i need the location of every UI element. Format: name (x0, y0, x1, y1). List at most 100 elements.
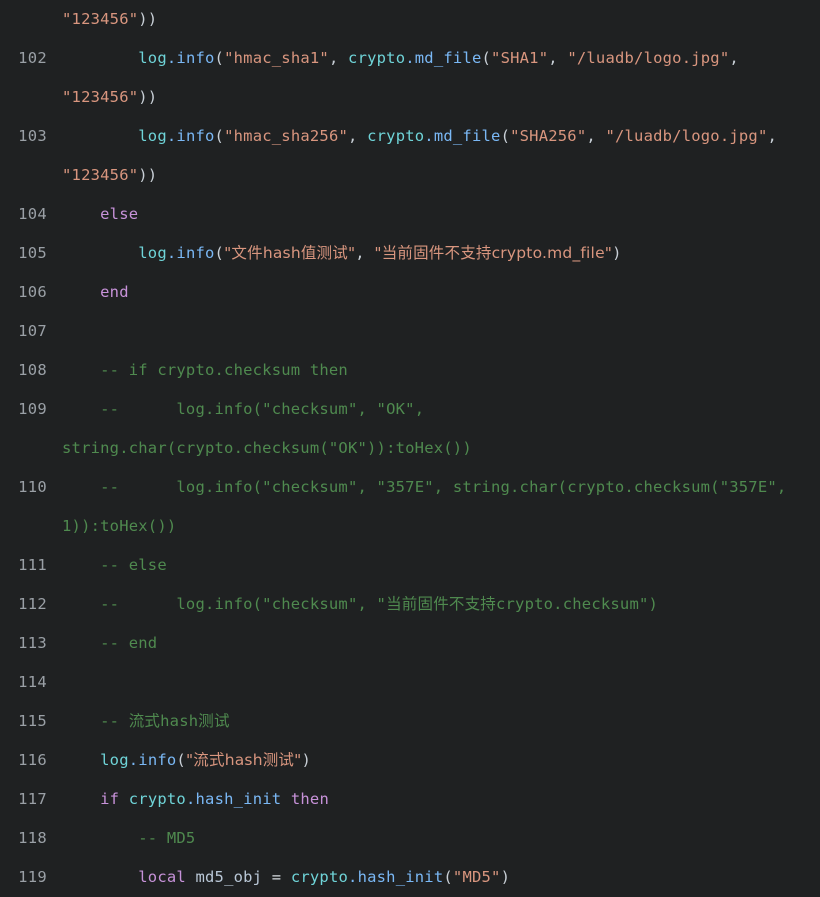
code-line[interactable]: 113 -- end (0, 624, 820, 663)
code-token: "文件hash值测试" (224, 244, 356, 262)
code-token: local (138, 868, 186, 886)
code-line-wrapped[interactable]: "123456")) (0, 78, 820, 117)
code-token: then (290, 790, 329, 808)
line-code-text[interactable]: 1)):toHex()) (62, 507, 820, 546)
code-line[interactable]: 116 log.info("流式hash测试") (0, 741, 820, 780)
code-token: string.char(crypto.checksum("OK")):toHex… (62, 439, 472, 457)
code-line[interactable]: 106 end (0, 273, 820, 312)
line-number: 103 (18, 127, 47, 145)
code-token: "SHA256" (510, 127, 587, 145)
line-number: 114 (18, 673, 47, 691)
line-code-text[interactable]: "123456")) (62, 0, 820, 39)
code-line[interactable]: 109 -- log.info("checksum", "OK", (0, 390, 820, 429)
code-token: "/luadb/logo.jpg" (605, 127, 768, 145)
code-line[interactable]: 118 -- MD5 (0, 819, 820, 858)
code-token: , (328, 49, 349, 67)
code-line[interactable]: 112 -- log.info("checksum", "当前固件不支持cryp… (0, 585, 820, 624)
line-code-text[interactable] (62, 312, 820, 351)
code-token: -- end (100, 634, 158, 652)
code-line[interactable]: 103 log.info("hmac_sha256", crypto.md_fi… (0, 117, 820, 156)
code-token: , (548, 49, 568, 67)
line-number: 105 (18, 244, 47, 262)
line-code-text[interactable]: -- end (62, 624, 820, 663)
line-code-text[interactable]: -- else (62, 546, 820, 585)
code-token: -- log.info("checksum", "357E", string.c… (100, 478, 787, 496)
line-code-text[interactable]: -- log.info("checksum", "OK", (62, 390, 820, 429)
line-code-text[interactable]: log.info("流式hash测试") (62, 741, 820, 780)
code-token: "hmac_sha256" (224, 127, 349, 145)
code-token: ) (612, 244, 622, 262)
line-code-text[interactable]: else (62, 195, 820, 234)
code-line[interactable]: 115 -- 流式hash测试 (0, 702, 820, 741)
code-line[interactable]: 105 log.info("文件hash值测试", "当前固件不支持crypto… (0, 234, 820, 273)
code-line[interactable]: 104 else (0, 195, 820, 234)
line-code-text[interactable]: -- MD5 (62, 819, 820, 858)
code-line[interactable]: 117 if crypto.hash_init then (0, 780, 820, 819)
code-token: )) (138, 88, 158, 106)
line-number: 118 (18, 829, 47, 847)
code-line[interactable]: 119 local md5_obj = crypto.hash_init("MD… (0, 858, 820, 897)
code-line[interactable]: 108 -- if crypto.checksum then (0, 351, 820, 390)
code-line[interactable]: 110 -- log.info("checksum", "357E", stri… (0, 468, 820, 507)
line-code-text[interactable]: string.char(crypto.checksum("OK")):toHex… (62, 429, 820, 468)
line-code-text[interactable]: "123456")) (62, 156, 820, 195)
line-code-text[interactable]: -- log.info("checksum", "当前固件不支持crypto.c… (62, 585, 820, 624)
code-token: -- MD5 (138, 829, 196, 847)
line-number: 102 (18, 49, 47, 67)
line-code-text[interactable]: if crypto.hash_init then (62, 780, 820, 819)
line-code-text[interactable]: local md5_obj = crypto.hash_init("MD5") (62, 858, 820, 897)
code-line[interactable]: 114 (0, 663, 820, 702)
code-token: .info (166, 49, 215, 67)
code-line-wrapped[interactable]: 1)):toHex()) (0, 507, 820, 546)
line-number: 111 (18, 556, 47, 574)
line-code-text[interactable]: end (62, 273, 820, 312)
code-token: ( (481, 49, 492, 67)
line-number: 104 (18, 205, 47, 223)
code-editor-view[interactable]: "123456")) 102 log.info("hmac_sha1", cryp… (0, 0, 820, 886)
code-line-wrapped[interactable]: "123456")) (0, 156, 820, 195)
line-code-text[interactable]: -- 流式hash测试 (62, 702, 820, 741)
code-token: crypto (290, 868, 349, 886)
code-token: log (138, 127, 167, 145)
code-token: ( (500, 127, 511, 145)
line-code-text[interactable]: "123456")) (62, 78, 820, 117)
code-line[interactable]: 102 log.info("hmac_sha1", crypto.md_file… (0, 39, 820, 78)
line-number: 113 (18, 634, 47, 652)
code-token: "hmac_sha1" (224, 49, 329, 67)
code-token: "当前固件不支持crypto.md_file" (374, 244, 613, 262)
code-token: , (729, 49, 739, 67)
code-token: .info (166, 244, 215, 262)
line-code-text[interactable]: log.info("文件hash值测试", "当前固件不支持crypto.md_… (62, 234, 820, 273)
line-code-text[interactable]: log.info("hmac_sha256", crypto.md_file("… (62, 117, 820, 156)
code-line[interactable]: 111 -- else (0, 546, 820, 585)
line-code-text[interactable]: log.info("hmac_sha1", crypto.md_file("SH… (62, 39, 820, 78)
code-token: ( (176, 751, 186, 769)
code-token: .info (128, 751, 177, 769)
line-code-text[interactable] (62, 663, 820, 702)
line-number: 110 (18, 478, 47, 496)
code-line[interactable]: "123456")) (0, 0, 820, 39)
code-token: "123456" (62, 88, 139, 106)
line-number: 115 (18, 712, 47, 730)
code-token: ) (500, 868, 511, 886)
code-line[interactable]: 107 (0, 312, 820, 351)
line-number: 117 (18, 790, 47, 808)
code-line-wrapped[interactable]: string.char(crypto.checksum("OK")):toHex… (0, 429, 820, 468)
line-code-text[interactable]: -- if crypto.checksum then (62, 351, 820, 390)
code-token: .hash_init (348, 868, 444, 886)
line-number: 108 (18, 361, 47, 379)
line-code-text[interactable]: -- log.info("checksum", "357E", string.c… (62, 468, 820, 507)
code-token: -- if crypto.checksum then (100, 361, 348, 379)
code-lines-container: "123456")) 102 log.info("hmac_sha1", cryp… (0, 0, 820, 897)
line-number: 109 (18, 400, 47, 418)
line-number: 119 (18, 868, 47, 886)
